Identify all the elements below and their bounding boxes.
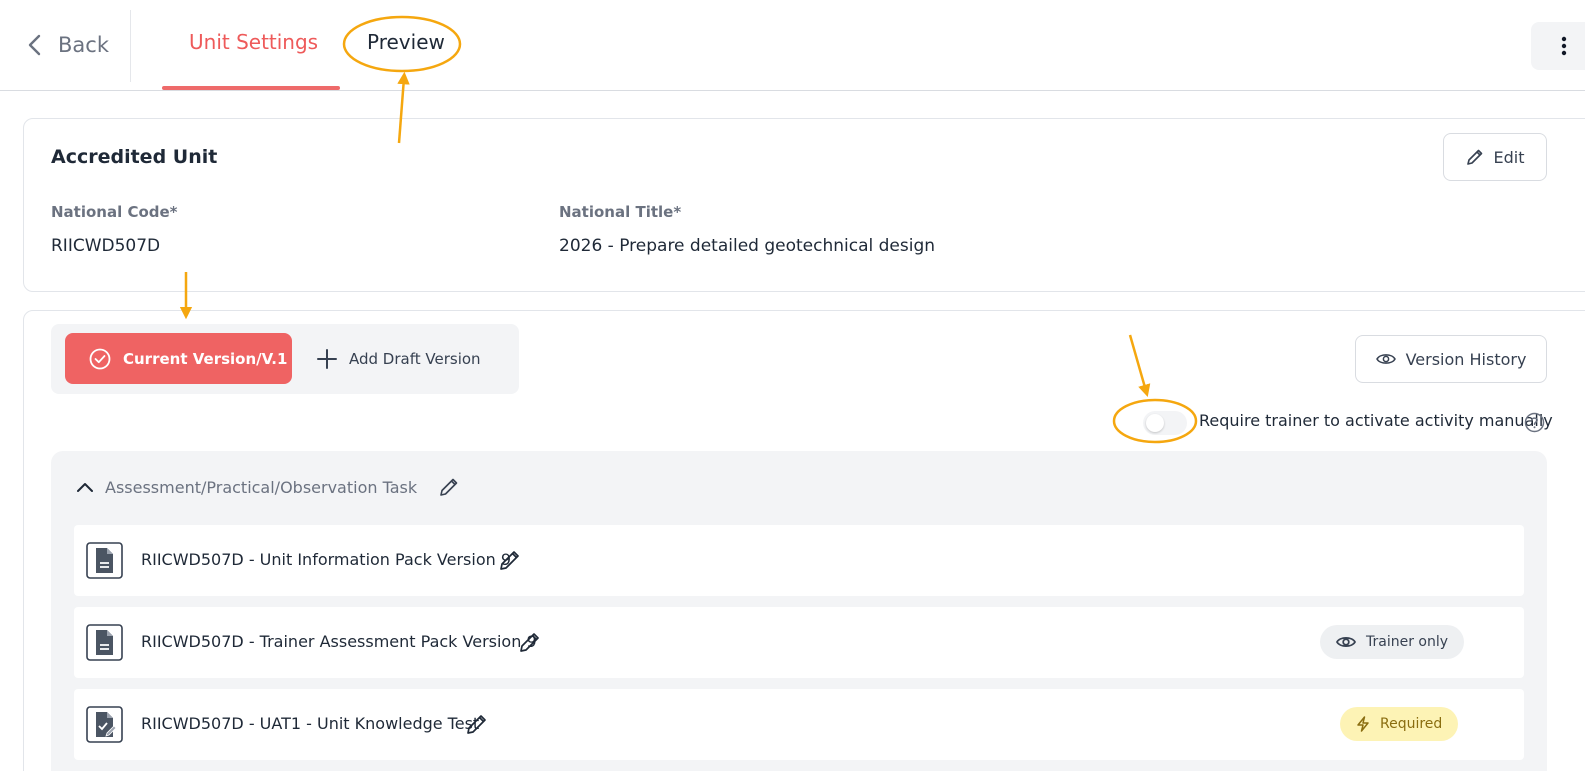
section-title: Assessment/Practical/Observation Task — [105, 477, 418, 497]
plus-icon — [317, 348, 337, 369]
badge-label: Trainer only — [1366, 634, 1449, 650]
current-version-button[interactable]: Current Version/V.1 — [65, 333, 292, 384]
top-bar: Back Unit Settings Preview — [0, 0, 1585, 91]
item-name: RIICWD507D - Unit Information Pack Versi… — [141, 550, 512, 569]
edit-label: Edit — [1493, 147, 1525, 167]
item-name: RIICWD507D - Trainer Assessment Pack Ver… — [141, 632, 537, 651]
version-history-label: Version History — [1405, 349, 1527, 369]
list-item[interactable]: RIICWD507D - UAT1 - Unit Knowledge Test … — [74, 689, 1524, 760]
chevron-left-icon — [28, 34, 41, 56]
eye-icon — [1375, 354, 1396, 364]
version-card: Current Version/V.1 Add Draft Version Ve… — [23, 310, 1585, 771]
version-history-button[interactable]: Version History — [1355, 335, 1547, 383]
pencil-icon[interactable] — [466, 713, 488, 735]
eye-icon — [1336, 636, 1356, 648]
edit-document-icon — [86, 706, 123, 743]
kebab-icon — [1561, 36, 1567, 56]
badge-label: Required — [1380, 716, 1443, 732]
card-title: Accredited Unit — [51, 146, 218, 168]
tab-preview[interactable]: Preview — [367, 30, 445, 54]
version-selector: Current Version/V.1 Add Draft Version — [51, 324, 519, 394]
trainer-only-badge: Trainer only — [1320, 625, 1465, 659]
required-badge: Required — [1340, 707, 1459, 741]
add-draft-version-button[interactable]: Add Draft Version — [317, 333, 481, 384]
current-version-label: Current Version/V.1 — [123, 349, 288, 368]
national-title-value: 2026 - Prepare detailed geotechnical des… — [559, 236, 936, 256]
pencil-icon[interactable] — [499, 549, 521, 571]
toggle-knob — [1146, 414, 1164, 432]
national-code-value: RIICWD507D — [51, 236, 161, 256]
pencil-icon[interactable] — [519, 631, 541, 653]
document-icon — [86, 542, 123, 579]
help-icon[interactable] — [1524, 412, 1545, 433]
national-title-label: National Title* — [559, 203, 682, 221]
tab-unit-settings[interactable]: Unit Settings — [189, 30, 318, 54]
add-draft-version-label: Add Draft Version — [349, 349, 481, 368]
require-trainer-toggle[interactable] — [1143, 411, 1187, 435]
lightning-icon — [1357, 716, 1369, 732]
list-item[interactable]: RIICWD507D - Trainer Assessment Pack Ver… — [74, 607, 1524, 678]
chevron-up-icon[interactable] — [77, 482, 93, 492]
national-code-label: National Code* — [51, 203, 178, 221]
pencil-icon[interactable] — [439, 477, 459, 497]
pencil-icon — [1466, 149, 1482, 165]
more-menu-button[interactable] — [1531, 22, 1585, 70]
back-button[interactable]: Back — [26, 30, 109, 60]
document-icon — [86, 624, 123, 661]
check-circle-icon — [89, 348, 111, 369]
back-label: Back — [58, 33, 109, 57]
list-item[interactable]: RIICWD507D - Unit Information Pack Versi… — [74, 525, 1524, 596]
accredited-unit-card: Accredited Unit Edit National Code* RIIC… — [23, 118, 1585, 292]
require-trainer-label: Require trainer to activate activity man… — [1199, 411, 1553, 430]
section-header: Assessment/Practical/Observation Task — [77, 475, 459, 499]
divider — [130, 10, 131, 82]
item-name: RIICWD507D - UAT1 - Unit Knowledge Test — [141, 714, 480, 733]
edit-button[interactable]: Edit — [1443, 133, 1547, 181]
task-section: Assessment/Practical/Observation Task RI… — [51, 451, 1547, 771]
active-tab-indicator — [162, 86, 340, 90]
